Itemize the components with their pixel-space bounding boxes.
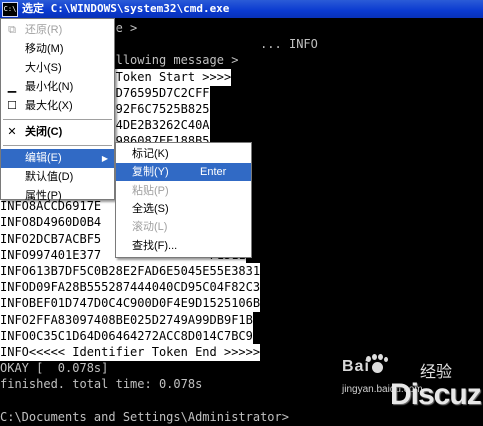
submenu-arrow-icon: ▶ <box>101 154 108 163</box>
console-line: INFOBEF01D747D0C4C900D0F4E9D1525106B <box>0 295 261 313</box>
baidu-paw-icon <box>366 354 388 376</box>
system-menu-item[interactable]: ⧉ 还原(R) <box>1 21 114 40</box>
system-menu-item-label: 编辑(E) <box>25 152 62 164</box>
system-menu-item-label: 大小(S) <box>25 62 62 74</box>
close-icon: ✕ <box>7 126 17 138</box>
system-menu-item[interactable]: 大小(S) <box>1 59 114 78</box>
title-bar[interactable]: C:\ 选定 C:\WINDOWS\system32\cmd.exe <box>0 0 483 18</box>
shortcut-label: Enter <box>200 166 227 179</box>
console-line: INFO0C35C1D64D06464272ACC8D014C7BC9 <box>0 327 253 345</box>
menu-separator <box>3 119 112 120</box>
maximize-icon: ☐ <box>7 100 17 112</box>
console-line: INFO2FFA83097408BE025D2749A99DB9F1B <box>0 311 253 329</box>
cmd-icon[interactable]: C:\ <box>2 2 18 17</box>
console-line: finished. total time: 0.078s <box>0 377 203 392</box>
window-title: 选定 C:\WINDOWS\system32\cmd.exe <box>22 2 230 15</box>
edit-submenu-item-label: 查找(F)... <box>132 239 178 252</box>
console-line: OKAY [ 0.078s] <box>0 361 109 376</box>
watermark-discuz: Discuz! <box>390 378 483 411</box>
edit-submenu-item[interactable]: 查找(F)... <box>116 237 251 255</box>
edit-submenu-item-label: 标记(K) <box>132 148 169 160</box>
system-menu: ⧉ 还原(R) 移动(M) 大小(S) ▁ 最小化(N) ☐ 最大化(X) ✕ 关闭(C) 编辑(E… <box>0 18 115 202</box>
edit-submenu-item-label: 滚动(L) <box>132 221 168 234</box>
system-menu-item[interactable]: 编辑(E) ▶ <box>1 149 114 168</box>
edit-submenu-item[interactable]: 标记(K) <box>116 145 251 163</box>
system-menu-item-label: 移动(M) <box>25 43 64 55</box>
edit-submenu-item-label: 复制(Y) <box>132 166 169 179</box>
console-line: INFO613B7DF5C0B28E2FAD6E5045E55E3831 <box>0 263 261 280</box>
console-line: INFO<<<<< Identifier Token End >>>>> <box>0 344 261 361</box>
edit-submenu: 标记(K) 复制(Y) Enter 粘贴(P) 全选(S) 滚动(L) 查找(F)... <box>115 142 252 258</box>
restore-icon: ⧉ <box>8 24 16 36</box>
edit-submenu-item[interactable]: 粘贴(P) <box>116 182 251 200</box>
system-menu-item[interactable]: ▁ 最小化(N) <box>1 78 114 97</box>
edit-submenu-item[interactable]: 全选(S) <box>116 200 251 218</box>
menu-separator <box>3 145 112 146</box>
system-menu-item[interactable]: ☐ 最大化(X) <box>1 97 114 116</box>
system-menu-item-label: 最大化(X) <box>25 100 73 112</box>
system-menu-item[interactable]: 默认值(D) <box>1 168 114 187</box>
system-menu-item[interactable]: 属性(P) <box>1 187 114 206</box>
console-line: C:\Documents and Settings\Administrator> <box>0 409 289 424</box>
system-menu-item[interactable]: 移动(M) <box>1 40 114 59</box>
edit-submenu-item-label: 全选(S) <box>132 202 169 215</box>
system-menu-item-label: 默认值(D) <box>25 171 74 183</box>
edit-submenu-item[interactable]: 滚动(L) <box>116 218 251 236</box>
system-menu-item-label: 还原(R) <box>25 24 63 36</box>
system-menu-item-label: 属性(P) <box>25 190 62 202</box>
watermark: Bai 经验 jingyan.baidu.com Discuz! <box>340 350 483 418</box>
system-menu-item-label: 最小化(N) <box>25 81 74 93</box>
system-menu-item-label: 关闭(C) <box>25 126 63 138</box>
edit-submenu-item[interactable]: 复制(Y) Enter <box>116 163 251 182</box>
system-menu-item[interactable]: ✕ 关闭(C) <box>1 123 114 142</box>
console-line: INFOD09FA28B555287444040CD95C04F82C3 <box>0 279 261 297</box>
edit-submenu-item-label: 粘贴(P) <box>132 184 169 197</box>
minimize-icon: ▁ <box>7 81 17 93</box>
